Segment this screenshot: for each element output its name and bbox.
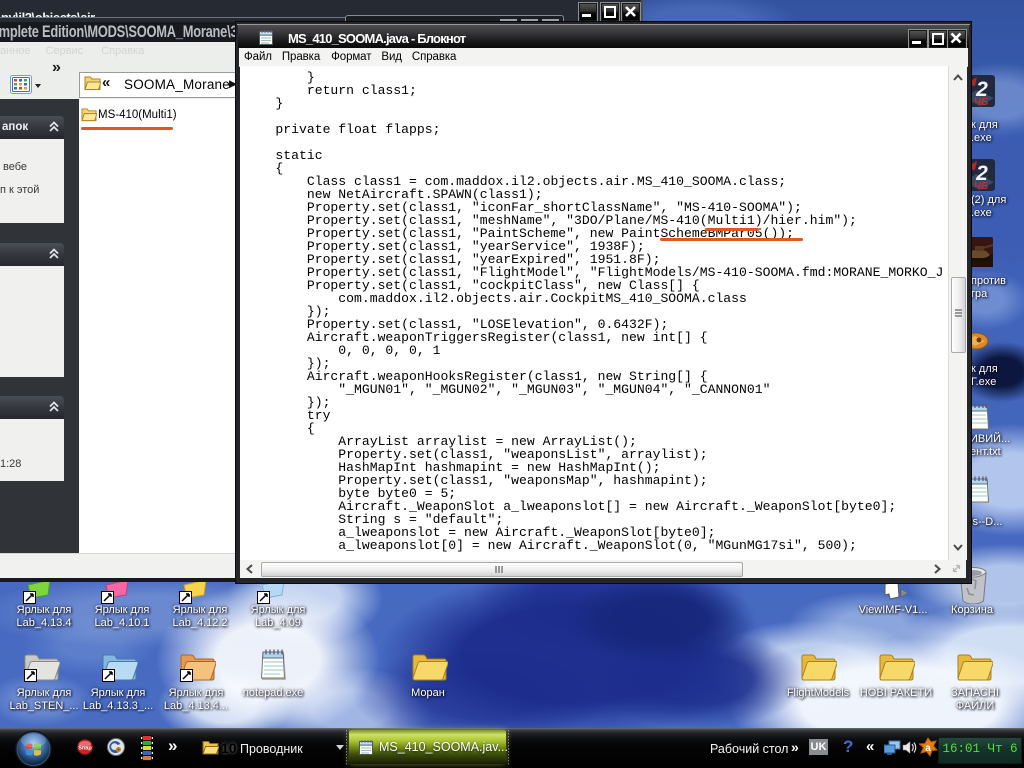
svg-text:a: a [925, 743, 931, 754]
svg-text:ЧБ: ЧБ [974, 97, 988, 108]
svg-text:Snap: Snap [78, 746, 92, 752]
svg-text:ЧБ: ЧБ [974, 181, 988, 192]
